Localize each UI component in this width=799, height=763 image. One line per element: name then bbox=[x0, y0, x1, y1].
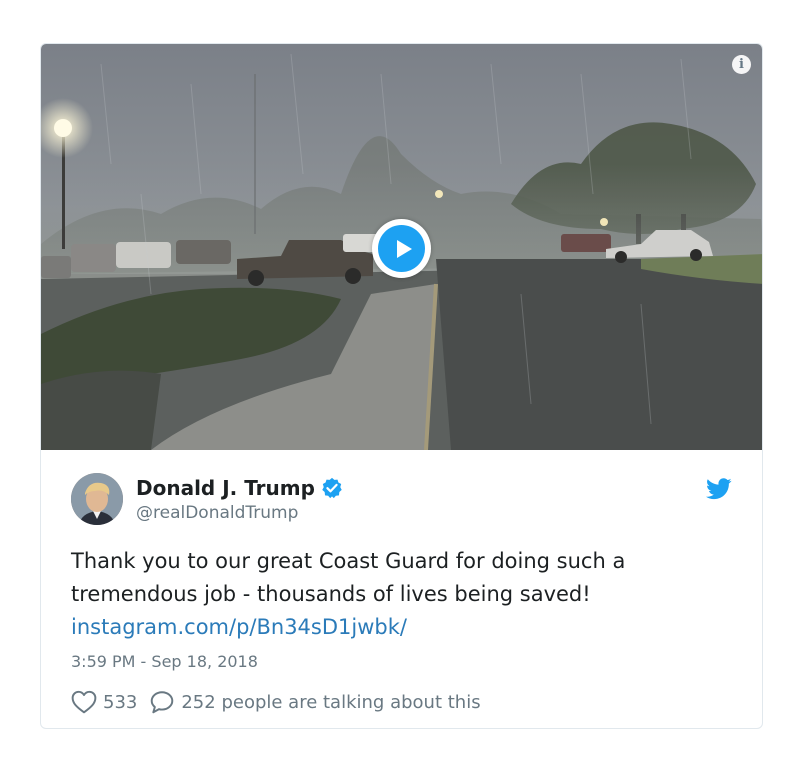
tweet-text-content: Thank you to our great Coast Guard for d… bbox=[71, 549, 626, 606]
tweet-actions: 533 252 people are talking about this bbox=[71, 690, 732, 714]
tweet-link[interactable]: instagram.com/p/Bn34sD1jwbk/ bbox=[71, 611, 721, 644]
speech-bubble-icon bbox=[151, 691, 174, 714]
display-name[interactable]: Donald J. Trump bbox=[136, 476, 315, 500]
tweet-header: Donald J. Trump @realDonaldTrump bbox=[71, 471, 732, 527]
play-icon bbox=[396, 239, 412, 258]
author-handle[interactable]: @realDonaldTrump bbox=[136, 503, 343, 523]
like-count: 533 bbox=[103, 691, 138, 713]
verified-badge-icon bbox=[322, 477, 342, 498]
heart-icon bbox=[71, 690, 97, 714]
video-thumbnail[interactable]: i bbox=[41, 44, 762, 450]
avatar[interactable] bbox=[71, 473, 123, 525]
tweet-timestamp[interactable]: 3:59 PM - Sep 18, 2018 bbox=[71, 652, 732, 671]
tweet-card: i Donald J. Trump @realDonaldTrump Thank… bbox=[40, 43, 763, 729]
like-button[interactable]: 533 bbox=[71, 690, 137, 714]
tweet-text: Thank you to our great Coast Guard for d… bbox=[71, 545, 721, 644]
author-names: Donald J. Trump @realDonaldTrump bbox=[136, 476, 343, 523]
play-button[interactable] bbox=[372, 219, 431, 278]
twitter-bird-icon[interactable] bbox=[706, 477, 732, 501]
profile-photo bbox=[71, 473, 123, 525]
conversation-text: 252 people are talking about this bbox=[181, 691, 481, 713]
info-icon[interactable]: i bbox=[732, 55, 751, 74]
tweet-body: Donald J. Trump @realDonaldTrump Thank y… bbox=[41, 450, 762, 714]
conversation-button[interactable]: 252 people are talking about this bbox=[149, 690, 481, 714]
